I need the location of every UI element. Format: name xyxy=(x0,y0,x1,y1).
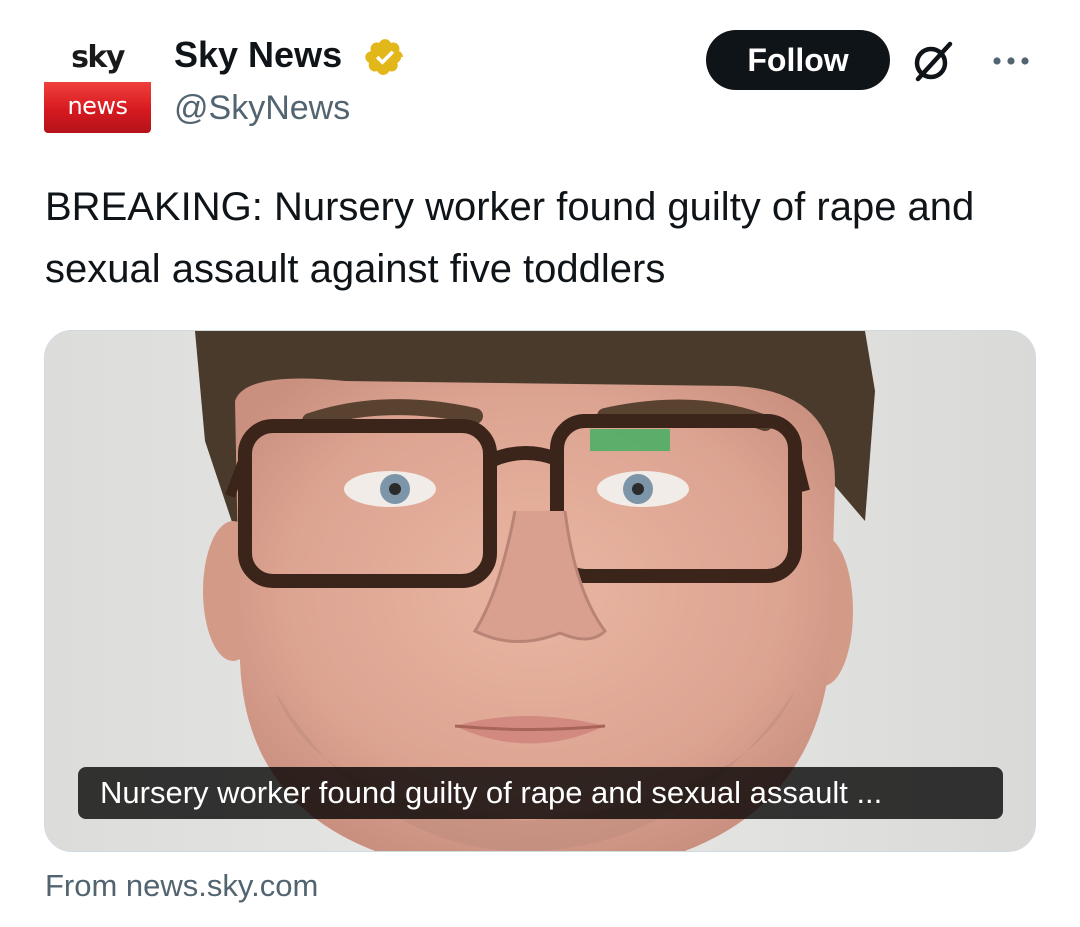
handle[interactable]: @SkyNews xyxy=(174,88,350,128)
logo-text-sky: sky xyxy=(71,40,125,75)
card-caption: Nursery worker found guilty of rape and … xyxy=(78,767,1003,819)
link-card[interactable]: Nursery worker found guilty of rape and … xyxy=(44,330,1036,852)
grok-icon[interactable] xyxy=(910,38,956,84)
avatar-logo-top: sky xyxy=(44,30,151,82)
logo-text-news: news xyxy=(67,91,128,120)
tweet-text: BREAKING: Nursery worker found guilty of… xyxy=(45,185,975,291)
avatar[interactable]: sky news xyxy=(44,30,151,133)
tweet-header: sky news Sky News @SkyNews Follow xyxy=(0,0,1080,150)
follow-button[interactable]: Follow xyxy=(706,30,890,90)
card-source[interactable]: From news.sky.com xyxy=(45,866,318,906)
verified-badge-icon xyxy=(365,39,403,75)
display-name[interactable]: Sky News xyxy=(174,34,342,76)
more-icon[interactable] xyxy=(990,50,1034,72)
avatar-logo-bottom: news xyxy=(44,82,151,133)
